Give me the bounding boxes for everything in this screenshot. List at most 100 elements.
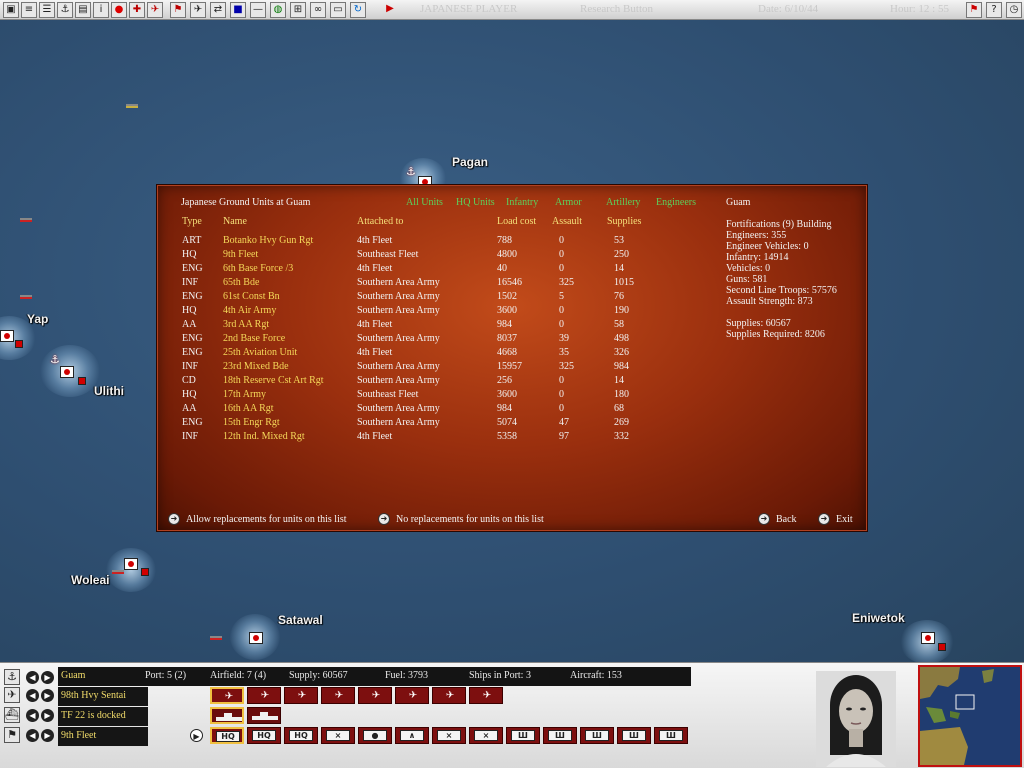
help-icon[interactable]: ? (986, 2, 1002, 18)
unit-row[interactable]: INF 23rd Mixed Bde Southern Area Army 15957… (157, 361, 717, 375)
unit-name[interactable]: 3rd AA Rgt (223, 319, 269, 330)
air-group-slot[interactable]: ✈ (469, 687, 503, 704)
binoculars-icon[interactable]: ∞ (310, 2, 326, 18)
filter-infantry[interactable]: Infantry (506, 197, 538, 208)
filter-all-units[interactable]: All Units (406, 197, 443, 208)
unit-name[interactable]: 9th Fleet (223, 249, 258, 260)
unit-name[interactable]: 61st Const Bn (223, 291, 280, 302)
ship-slot[interactable] (247, 707, 281, 724)
list-icon[interactable]: ☰ (39, 2, 55, 18)
unit-name[interactable]: Botanko Hvy Gun Rgt (223, 235, 313, 246)
unit-name[interactable]: 18th Reserve Cst Art Rgt (223, 375, 324, 386)
unit-row[interactable]: ENG 2nd Base Force Southern Area Army 8037 3… (157, 333, 717, 347)
location-pagan[interactable]: Pagan (452, 155, 488, 169)
unit-name[interactable]: 4th Air Army (223, 305, 276, 316)
unit-row[interactable]: HQ 4th Air Army Southern Area Army 3600 0 190 (157, 305, 717, 319)
ground-unit-slot[interactable]: Ш (506, 727, 540, 744)
ground-unit-slot[interactable]: Ш (543, 727, 577, 744)
filter-armor[interactable]: Armor (555, 197, 582, 208)
ground-unit-slot[interactable]: Ш (580, 727, 614, 744)
unit-row[interactable]: INF 65th Bde Southern Area Army 16546 325 101… (157, 277, 717, 291)
map-icon[interactable]: ⊞ (290, 2, 306, 18)
plane-icon[interactable]: ✈ (190, 2, 206, 18)
unit-name[interactable]: 23rd Mixed Bde (223, 361, 289, 372)
ground-unit-slot[interactable]: ⨯ (432, 727, 466, 744)
ground-unit-slot[interactable]: ⨯ (321, 727, 355, 744)
col-type[interactable]: Type (182, 216, 202, 227)
intel-icon[interactable]: ⇄ (210, 2, 226, 18)
unit-name[interactable]: 15th Engr Rgt (223, 417, 280, 428)
allow-replacements-arrow-icon[interactable]: ➜ (168, 513, 180, 525)
next-ground-unit-button[interactable]: ▶ (41, 729, 54, 742)
ground-unit-slot[interactable]: ⨯ (469, 727, 503, 744)
unit-row[interactable]: ENG 61st Const Bn Southern Area Army 1502 5 7… (157, 291, 717, 305)
filter-hq-units[interactable]: HQ Units (456, 197, 495, 208)
prev-task-force-button[interactable]: ◀ (26, 709, 39, 722)
ground-unit-slot[interactable]: Ш (617, 727, 651, 744)
exit-button[interactable]: Exit (836, 514, 853, 525)
unit-row[interactable]: ENG 25th Aviation Unit 4th Fleet 4668 35 326 (157, 347, 717, 361)
units-icon[interactable]: ■ (230, 2, 246, 18)
unit-name[interactable]: 17th Army (223, 389, 266, 400)
play-icon[interactable]: ▶ (382, 2, 398, 18)
ground-unit-slot[interactable]: HQ (284, 727, 318, 744)
report-icon[interactable]: ≡ (21, 2, 37, 18)
ground-unit-name[interactable]: 9th Fleet (58, 727, 148, 746)
air-icon[interactable]: ✈ (147, 2, 163, 18)
unit-row[interactable]: ART Botanko Hvy Gun Rgt 4th Fleet 788 0 53 (157, 235, 717, 249)
ground-unit-slot[interactable]: HQ (247, 727, 281, 744)
ground-unit-slot[interactable]: ∧ (395, 727, 429, 744)
globe-icon[interactable]: ◍ (270, 2, 286, 18)
col-name[interactable]: Name (223, 216, 247, 227)
clock-icon[interactable]: ◷ (1006, 2, 1022, 18)
col-assault[interactable]: Assault (552, 216, 582, 227)
col-supplies[interactable]: Supplies (607, 216, 641, 227)
mark-icon[interactable]: ⚑ (966, 2, 982, 18)
next-air-unit-button[interactable]: ▶ (41, 689, 54, 702)
location-ulithi[interactable]: Ulithi (94, 384, 124, 398)
unit-row[interactable]: AA 3rd AA Rgt 4th Fleet 984 0 58 (157, 319, 717, 333)
unit-row[interactable]: INF 12th Ind. Mixed Rgt 4th Fleet 5358 97 332 (157, 431, 717, 445)
unit-row[interactable]: HQ 9th Fleet Southeast Fleet 4800 0 250 (157, 249, 717, 263)
unit-name[interactable]: 6th Base Force /3 (223, 263, 293, 274)
col-attached[interactable]: Attached to (357, 216, 403, 227)
japan-flag-icon[interactable]: ● (111, 2, 127, 18)
no-replacements-button[interactable]: No replacements for units on this list (396, 514, 544, 525)
back-arrow-icon[interactable]: ➜ (758, 513, 770, 525)
ground-icon[interactable]: ✚ (129, 2, 145, 18)
prev-base-button[interactable]: ◀ (26, 671, 39, 684)
next-base-button[interactable]: ▶ (41, 671, 54, 684)
unit-name[interactable]: 25th Aviation Unit (223, 347, 297, 358)
unit-row[interactable]: AA 16th AA Rgt Southern Area Army 984 0 68 (157, 403, 717, 417)
ship-slot[interactable] (210, 707, 244, 724)
bar-icon[interactable]: ▭ (330, 2, 346, 18)
unit-row[interactable]: ENG 6th Base Force /3 4th Fleet 40 0 14 (157, 263, 717, 277)
save-icon[interactable]: ▣ (3, 2, 19, 18)
air-group-slot[interactable]: ✈ (432, 687, 466, 704)
location-yap[interactable]: Yap (27, 312, 48, 326)
col-load-cost[interactable]: Load cost (497, 216, 536, 227)
unit-name[interactable]: 2nd Base Force (223, 333, 285, 344)
ground-unit-slot[interactable]: HQ (210, 727, 244, 744)
air-group-slot[interactable]: ✈ (284, 687, 318, 704)
gray-icon[interactable]: — (250, 2, 266, 18)
allow-replacements-button[interactable]: Allow replacements for units on this lis… (186, 514, 347, 525)
ships-icon[interactable]: ⚓ (57, 2, 73, 18)
unit-row[interactable]: HQ 17th Army Southeast Fleet 3600 0 180 (157, 389, 717, 403)
base-eniwetok[interactable] (921, 632, 935, 644)
ground-unit-slot[interactable]: Ш (654, 727, 688, 744)
air-group-slot[interactable]: ✈ (395, 687, 429, 704)
back-button[interactable]: Back (776, 514, 797, 525)
base-yap[interactable] (0, 330, 14, 342)
filter-engineers[interactable]: Engineers (656, 197, 696, 208)
air-group-slot[interactable]: ✈ (247, 687, 281, 704)
prev-ground-unit-button[interactable]: ◀ (26, 729, 39, 742)
task-force-icon[interactable]: ⛴ (4, 707, 20, 723)
air-unit-icon[interactable]: ✈ (4, 687, 20, 703)
task-force-name[interactable]: TF 22 is docked (58, 707, 148, 726)
research-button[interactable]: Research Button (580, 3, 653, 15)
air-group-slot[interactable]: ✈ (321, 687, 355, 704)
air-unit-name[interactable]: 98th Hvy Sentai (58, 687, 148, 706)
filter-artillery[interactable]: Artillery (606, 197, 640, 208)
unit-row[interactable]: CD 18th Reserve Cst Art Rgt Southern Area … (157, 375, 717, 389)
